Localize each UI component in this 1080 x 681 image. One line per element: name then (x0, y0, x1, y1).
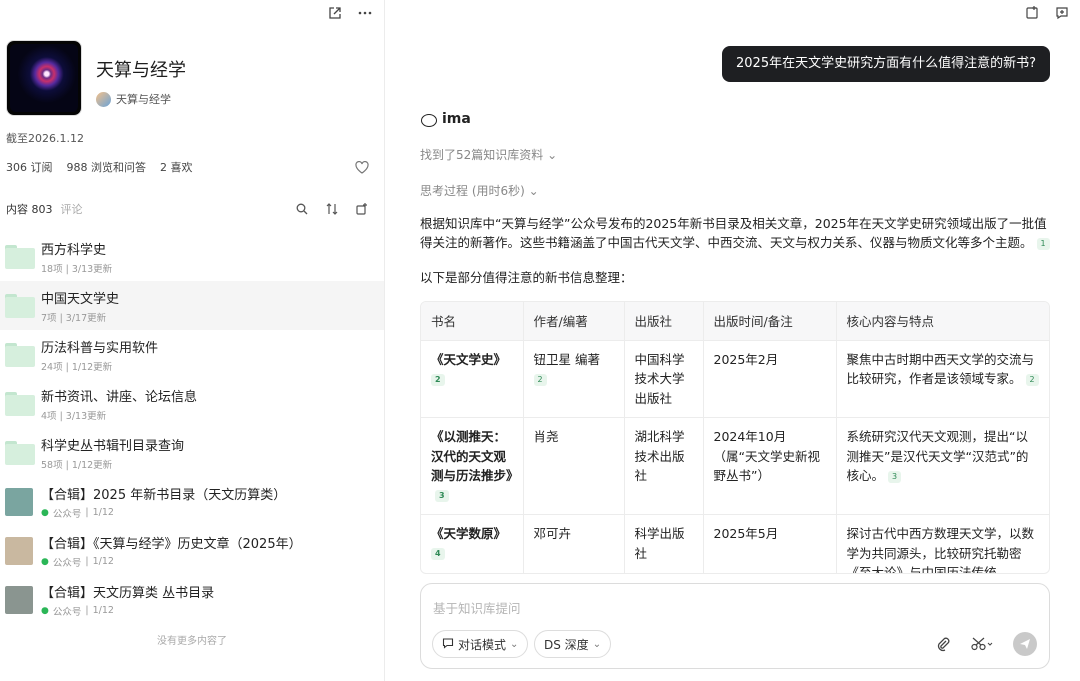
citation-badge[interactable]: 2 (431, 373, 445, 386)
wechat-icon: ● (41, 507, 49, 518)
kb-title: 天算与经学 (96, 60, 186, 81)
list-item[interactable]: 科学史丛书辑刊目录查询 58项 | 1/12更新 (0, 428, 384, 477)
table-header-row: 书名 作者/编著 出版社 出版时间/备注 核心内容与特点 (421, 302, 1049, 341)
add-content-icon[interactable] (354, 201, 370, 217)
like-count: 2 喜欢 (160, 161, 193, 174)
wechat-icon: ● (41, 556, 49, 567)
citation-badge[interactable]: 3 (435, 490, 449, 502)
books-table: 书名 作者/编著 出版社 出版时间/备注 核心内容与特点 《天文学史》 2 钮卫星… (420, 301, 1050, 574)
citation-badge[interactable]: 3 (888, 470, 902, 483)
citation-badge[interactable]: 2 (533, 373, 547, 386)
search-icon[interactable] (294, 201, 310, 217)
list-item[interactable]: 新书资讯、讲座、论坛信息 4项 | 3/13更新 (0, 379, 384, 428)
kb-cover-image (6, 40, 82, 116)
citation-badge[interactable]: 1 (1036, 237, 1050, 250)
subscribe-count: 306 订阅 (6, 161, 53, 174)
knowledge-base-panel: 天算与经学 天算与经学 截至2026.1.12 306 订阅 988 浏览和问答… (0, 0, 385, 681)
table-row: 《天学数原》 4 邓可卉 科学出版社 2025年5月 探讨古代中西方数理天文学，以… (421, 514, 1049, 573)
column-header: 书名 (421, 302, 524, 341)
column-header: 出版时间/备注 (703, 302, 837, 341)
folder-icon (5, 440, 35, 465)
heart-icon[interactable] (354, 159, 370, 175)
column-header: 核心内容与特点 (836, 302, 1049, 341)
scissors-icon[interactable] (969, 636, 995, 652)
attach-icon[interactable] (935, 636, 951, 652)
bookmark-icon[interactable] (1024, 5, 1040, 21)
tab-comments[interactable]: 评论 (61, 201, 83, 217)
table-row: 《以测推天：汉代的天文观测与历法推步》3 肖尧 湖北科学技术出版社 2024年1… (421, 417, 1049, 515)
citation-badge[interactable]: 2 (1025, 373, 1039, 386)
avatar (96, 91, 111, 107)
model-select[interactable]: DS 深度 ⌄ (534, 630, 612, 658)
list-item[interactable]: 【合辑】天文历算类 丛书目录 ● 公众号 | 1/12 (0, 575, 384, 624)
more-icon[interactable] (357, 5, 373, 21)
list-item[interactable]: 历法科普与实用软件 24项 | 1/12更新 (0, 330, 384, 379)
kb-updated: 截至2026.1.12 (6, 132, 84, 145)
answer-paragraph: 根据知识库中“天算与经学”公众号发布的2025年新书目录及相关文章，2025年在… (420, 214, 1050, 252)
article-thumbnail (5, 585, 33, 614)
kb-stats: 306 订阅 988 浏览和问答 2 喜欢 (6, 159, 370, 175)
answer-paragraph: 以下是部分值得注意的新书信息整理： (420, 270, 633, 285)
sources-toggle[interactable]: 找到了52篇知识库资料 ⌄ (420, 146, 557, 163)
list-item[interactable]: 西方科学史 18项 | 3/13更新 (0, 232, 384, 281)
folder-icon (5, 391, 35, 416)
chevron-down-icon: ⌄ (510, 638, 519, 650)
mode-select[interactable]: 对话模式 ⌄ (432, 630, 529, 658)
sort-icon[interactable] (324, 201, 340, 217)
assistant-header: ima (420, 111, 471, 127)
content-tabs: 内容 803 评论 (6, 201, 370, 217)
list-item[interactable]: 【合辑】2025 年新书目录（天文历算类） ● 公众号 | 1/12 (0, 477, 384, 526)
citation-badge[interactable]: 4 (431, 548, 445, 560)
left-top-toolbar (327, 4, 373, 22)
table-row: 《天文学史》 2 钮卫星 编著 2 中国科学技术大学出版社 2025年2月 聚焦中古… (421, 340, 1049, 418)
assistant-name: ima (442, 111, 471, 127)
chevron-down-icon: ⌄ (547, 148, 558, 162)
kb-header: 天算与经学 天算与经学 (6, 40, 186, 116)
no-more-content: 没有更多内容了 (157, 636, 227, 647)
list-item[interactable]: 【合辑】《天算与经学》历史文章（2025年） ● 公众号 | 1/12 (0, 526, 384, 575)
question-composer[interactable]: 基于知识库提问 对话模式 ⌄ DS 深度 ⌄ (420, 583, 1050, 669)
chat-bubble-icon (442, 637, 454, 652)
chevron-down-icon: ⌄ (592, 638, 602, 650)
panda-icon (420, 112, 437, 127)
wechat-icon: ● (41, 605, 49, 616)
folder-icon (5, 244, 35, 269)
article-thumbnail (5, 536, 33, 565)
chevron-down-icon: ⌄ (528, 184, 539, 198)
list-item[interactable]: 中国天文学史 7项 | 3/17更新 (0, 281, 384, 330)
article-thumbnail (5, 487, 33, 516)
column-header: 出版社 (624, 302, 704, 341)
kb-owner-name: 天算与经学 (116, 93, 171, 106)
send-button[interactable] (1013, 632, 1037, 656)
folder-icon (5, 342, 35, 367)
tab-content[interactable]: 内容 803 (6, 201, 53, 217)
thinking-toggle[interactable]: 思考过程 (用时6秒) ⌄ (420, 182, 539, 199)
kb-owner[interactable]: 天算与经学 (96, 91, 186, 107)
right-top-toolbar (1024, 4, 1070, 22)
folder-icon (5, 293, 35, 318)
view-count: 988 浏览和问答 (66, 161, 147, 174)
user-question-bubble: 2025年在天文学史研究方面有什么值得注意的新书? (722, 46, 1050, 82)
new-chat-icon[interactable] (1054, 5, 1070, 21)
column-header: 作者/编著 (523, 302, 625, 341)
chat-panel: 2025年在天文学史研究方面有什么值得注意的新书? ima 找到了52篇知识库资… (385, 0, 1080, 681)
content-list: 西方科学史 18项 | 3/13更新 中国天文学史 7项 | 3/17更新 历法科普… (0, 232, 384, 624)
question-input[interactable]: 基于知识库提问 (433, 598, 521, 617)
share-icon[interactable] (327, 5, 343, 21)
